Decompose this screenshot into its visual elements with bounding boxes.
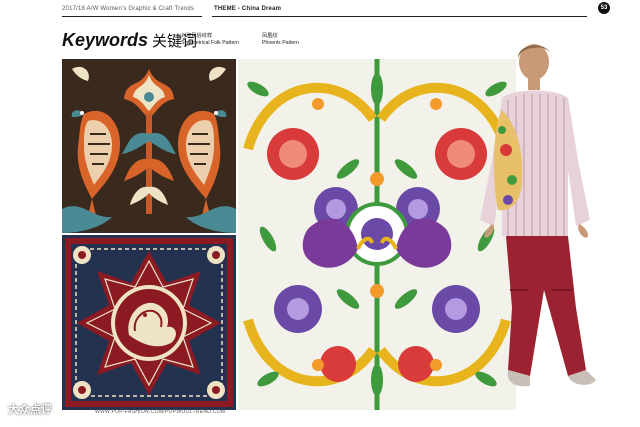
label-en: Phoenix Pattern (262, 40, 299, 46)
label-cn: 凤凰纹 (262, 33, 278, 39)
label-phoenix: 凤凰纹 Phoenix Pattern (262, 33, 299, 47)
keywords-title: Keywords (62, 30, 149, 50)
header-rule-right (212, 16, 587, 17)
keywords-heading: Keywords 关键词 (62, 30, 197, 51)
page-number: 53 (598, 2, 610, 14)
watermark-logo: 大众点评 (8, 404, 52, 416)
folk-birds-pattern-image (62, 59, 236, 233)
label-symmetrical-folk: 对称民俗纹样 Symmetrical Folk Pattern (181, 33, 239, 47)
phoenix-mandala-image (62, 235, 236, 410)
label-cn: 对称民俗纹样 (181, 33, 213, 39)
footer-url: WWW.POP-FASHION.COM/POPWOOLTREND.COM (95, 409, 226, 415)
model-photo (472, 40, 632, 410)
theme-title: THEME - China Dream (214, 6, 282, 12)
label-en: Symmetrical Folk Pattern (181, 40, 239, 46)
header-bar: 2017/18 A/W Women's Graphic & Craft Tren… (0, 0, 640, 20)
header-rule-left (62, 16, 202, 17)
report-title: 2017/18 A/W Women's Graphic & Craft Tren… (62, 6, 195, 12)
